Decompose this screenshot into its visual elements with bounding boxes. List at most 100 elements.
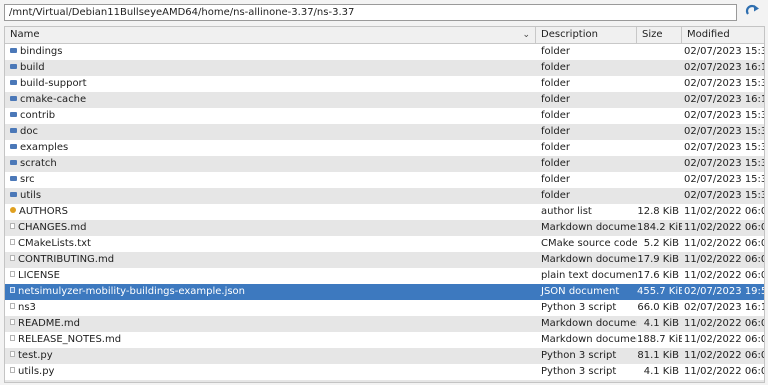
file-row[interactable]: src folder 02/07/2023 15:39	[5, 172, 764, 188]
file-name-cell: cmake-cache	[5, 92, 536, 108]
file-name-cell: CONTRIBUTING.md	[5, 252, 536, 268]
file-size	[637, 124, 682, 140]
file-name: AUTHORS	[19, 206, 68, 217]
file-modified: 11/02/2022 06:09	[682, 380, 764, 382]
file-description: Markdown document	[541, 254, 637, 265]
file-size: 455.7 KiB	[637, 286, 682, 297]
file-size: 188.7 KiB	[637, 334, 682, 345]
file-size	[637, 108, 682, 124]
file-row[interactable]: CMakeLists.txt CMake source code 5.2 KiB 11…	[5, 236, 764, 252]
file-name: CMakeLists.txt	[18, 238, 91, 249]
file-row[interactable]: bindings folder 02/07/2023 15:39	[5, 44, 764, 60]
file-row[interactable]: utils folder 02/07/2023 15:39	[5, 188, 764, 204]
file-row[interactable]: utils.py Python 3 script 4.1 KiB 11/02/2022…	[5, 364, 764, 380]
file-row[interactable]: netsimulyzer-mobility-buildings-example.…	[5, 284, 764, 300]
file-row[interactable]: build-support folder 02/07/2023 15:39	[5, 76, 764, 92]
file-size	[637, 172, 682, 188]
file-modified: 02/07/2023 15:39	[684, 142, 764, 153]
file-description: Python 3 script	[541, 366, 617, 377]
folder-icon	[10, 175, 17, 181]
file-row[interactable]: ns3 Python 3 script 66.0 KiB 02/07/2023 16:…	[5, 300, 764, 316]
file-icon	[10, 255, 15, 261]
file-row[interactable]: CHANGES.md Markdown document 184.2 KiB 11/0…	[5, 220, 764, 236]
file-modified: 11/02/2022 06:07	[684, 318, 764, 329]
folder-icon	[10, 143, 17, 149]
file-description: Markdown document	[541, 318, 637, 329]
file-name-cell: LICENSE	[5, 268, 536, 284]
file-size: 184.2 KiB	[637, 222, 682, 233]
column-header-modified[interactable]: Modified	[682, 27, 764, 43]
file-name: README.md	[18, 318, 81, 329]
file-list[interactable]: Name ⌄ Description Size Modified binding…	[4, 26, 765, 383]
file-size	[637, 156, 682, 172]
file-modified: 11/02/2022 06:07	[684, 350, 764, 361]
file-row[interactable]: contrib folder 02/07/2023 15:39	[5, 108, 764, 124]
file-row[interactable]: test.py Python 3 script 81.1 KiB 11/02/2022…	[5, 348, 764, 364]
refresh-arrow-icon	[745, 4, 760, 21]
file-row[interactable]: scratch folder 02/07/2023 15:39	[5, 156, 764, 172]
folder-icon	[10, 111, 17, 117]
file-size: 12.8 KiB	[637, 206, 679, 217]
file-row[interactable]: examples folder 02/07/2023 15:39	[5, 140, 764, 156]
file-description: folder	[541, 78, 571, 89]
file-modified: 02/07/2023 15:39	[684, 190, 764, 201]
file-row[interactable]: RELEASE_NOTES.md Markdown document 188.7 K…	[5, 332, 764, 348]
file-name-cell: bindings	[5, 44, 536, 60]
file-name-cell: utils.py	[5, 364, 536, 380]
file-modified: 02/07/2023 16:10	[684, 62, 764, 73]
file-modified: 11/02/2022 06:07	[684, 366, 764, 377]
file-description: plain text document	[536, 380, 637, 382]
file-row[interactable]: AUTHORS author list 12.8 KiB 11/02/2022 06:…	[5, 204, 764, 220]
file-name-cell: doc	[5, 124, 536, 140]
file-modified: 11/02/2022 06:09	[684, 222, 764, 233]
file-description: folder	[541, 46, 571, 57]
file-name-cell: contrib	[5, 108, 536, 124]
file-modified: 02/07/2023 15:39	[684, 110, 764, 121]
authors-icon	[10, 207, 16, 213]
file-modified: 02/07/2023 19:51	[684, 286, 764, 297]
file-name: cmake-cache	[20, 94, 87, 105]
file-icon	[10, 303, 15, 309]
file-description: folder	[541, 62, 571, 73]
file-row[interactable]: VERSION plain text document5 bytes11/02/2…	[5, 380, 764, 382]
file-name-cell: README.md	[5, 316, 536, 332]
file-description: CMake source code	[541, 238, 637, 249]
file-list-header: Name ⌄ Description Size Modified	[5, 27, 764, 44]
file-name-cell: AUTHORS	[5, 204, 536, 220]
file-name-cell: ns3	[5, 300, 536, 316]
folder-icon	[10, 95, 17, 101]
file-icon	[10, 367, 15, 373]
folder-icon	[10, 79, 17, 85]
file-icon	[10, 223, 15, 229]
column-header-name[interactable]: Name ⌄	[5, 27, 536, 43]
file-name-cell: utils	[5, 188, 536, 204]
file-size: 17.6 KiB	[637, 270, 679, 281]
file-name: scratch	[20, 158, 57, 169]
file-description: Python 3 script	[541, 350, 617, 361]
file-name: contrib	[20, 110, 56, 121]
file-description: JSON document	[541, 286, 620, 297]
file-modified: 02/07/2023 15:39	[684, 126, 764, 137]
file-size	[637, 140, 682, 156]
file-row[interactable]: doc folder 02/07/2023 15:39	[5, 124, 764, 140]
file-size	[637, 60, 682, 76]
go-button[interactable]	[742, 3, 763, 22]
file-modified: 02/07/2023 15:39	[684, 78, 764, 89]
path-input[interactable]	[5, 5, 736, 20]
folder-icon	[10, 47, 17, 53]
file-modified: 11/02/2022 06:07	[684, 254, 764, 265]
file-row[interactable]: cmake-cache folder 02/07/2023 16:10	[5, 92, 764, 108]
file-row[interactable]: LICENSE plain text document 17.6 KiB 11/02/…	[5, 268, 764, 284]
file-name: utils.py	[18, 366, 55, 377]
file-name: examples	[20, 142, 69, 153]
folder-icon	[10, 63, 17, 69]
file-row[interactable]: CONTRIBUTING.md Markdown document 17.9 KiB…	[5, 252, 764, 268]
path-bar[interactable]	[4, 4, 737, 21]
file-row[interactable]: README.md Markdown document 4.1 KiB 11/02/2…	[5, 316, 764, 332]
column-header-size[interactable]: Size	[637, 27, 682, 43]
file-description: folder	[541, 158, 571, 169]
column-header-description[interactable]: Description	[536, 27, 637, 43]
folder-icon	[10, 191, 17, 197]
file-row[interactable]: build folder 02/07/2023 16:10	[5, 60, 764, 76]
file-description: folder	[541, 126, 571, 137]
